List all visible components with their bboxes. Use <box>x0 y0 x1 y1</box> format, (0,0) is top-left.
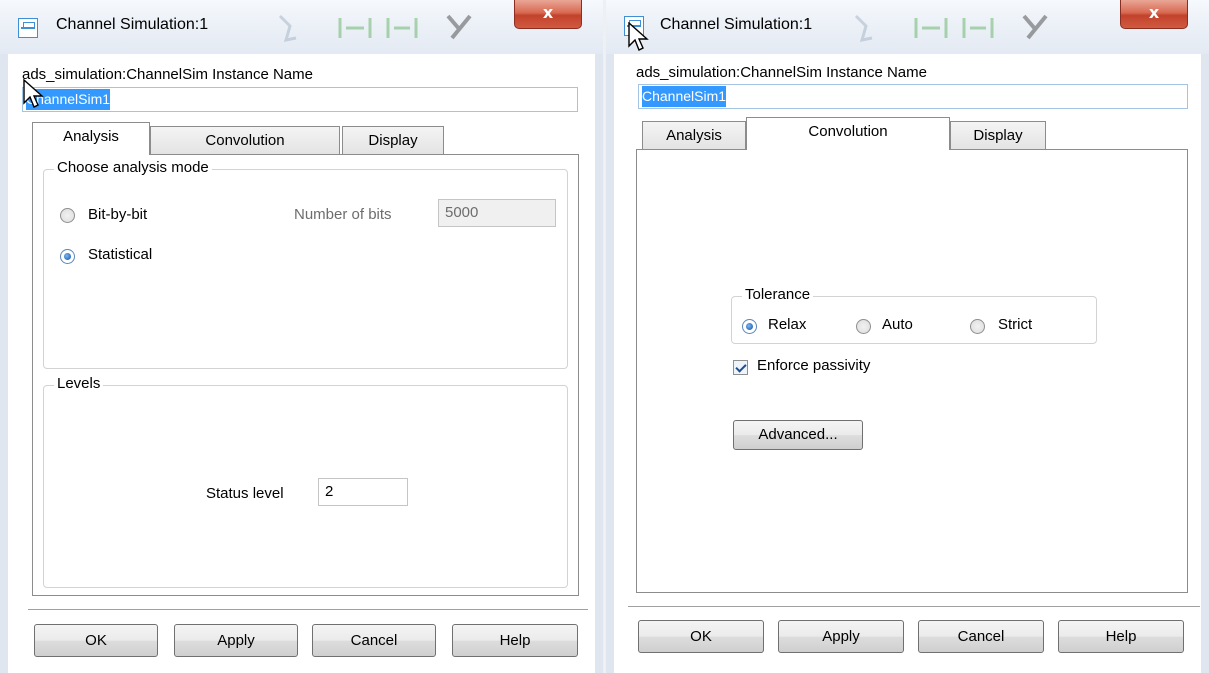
background-toolbar-decoration <box>854 14 1048 42</box>
analysis-mode-group: Choose analysis mode Bit-by-bit Number o… <box>43 159 568 369</box>
background-toolbar-decoration <box>278 14 472 42</box>
analysis-tab-panel: Choose analysis mode Bit-by-bit Number o… <box>32 154 579 596</box>
ok-button[interactable]: OK <box>638 620 764 653</box>
enforce-passivity-checkbox[interactable] <box>733 360 748 375</box>
divider <box>628 606 1200 608</box>
tab-display[interactable]: Display <box>342 126 444 155</box>
tolerance-legend: Tolerance <box>742 286 814 303</box>
convolution-tab-panel: Tolerance Relax Auto Strict Enforce pass… <box>636 149 1188 593</box>
channel-simulation-dialog-right: Channel Simulation:1 x ads_simulation:Ch… <box>606 0 1209 673</box>
number-of-bits-label: Number of bits <box>294 206 392 223</box>
cancel-button[interactable]: Cancel <box>918 620 1044 653</box>
instance-name-input[interactable]: ChannelSim1 <box>638 84 1188 109</box>
levels-legend: Levels <box>54 375 104 392</box>
ok-button[interactable]: OK <box>34 624 158 657</box>
radio-auto[interactable] <box>856 319 871 334</box>
apply-button[interactable]: Apply <box>778 620 904 653</box>
dialog-content: ads_simulation:ChannelSim Instance Name … <box>614 54 1201 673</box>
cancel-button[interactable]: Cancel <box>312 624 436 657</box>
number-of-bits-input[interactable]: 5000 <box>438 199 556 227</box>
divider <box>28 609 588 611</box>
instance-name-input[interactable]: ChannelSim1 <box>22 87 578 112</box>
levels-group: Levels Status level 2 <box>43 375 568 588</box>
frame-edge-left <box>606 54 614 673</box>
radio-strict[interactable] <box>970 319 985 334</box>
frame-edge-right <box>595 54 603 673</box>
tab-analysis[interactable]: Analysis <box>642 121 746 150</box>
bit-by-bit-label: Bit-by-bit <box>88 206 148 223</box>
frame-edge-left <box>0 54 8 673</box>
analysis-mode-legend: Choose analysis mode <box>54 159 212 176</box>
dialog-content: ads_simulation:ChannelSim Instance Name … <box>8 54 595 673</box>
auto-label: Auto <box>882 316 913 333</box>
strict-label: Strict <box>998 316 1033 333</box>
radio-relax[interactable] <box>742 319 757 334</box>
tolerance-group: Tolerance Relax Auto Strict <box>731 286 1097 344</box>
title-bar[interactable]: Channel Simulation:1 x <box>0 0 603 54</box>
instance-name-label: ads_simulation:ChannelSim Instance Name <box>636 64 927 81</box>
tab-convolution[interactable]: Convolution <box>746 117 950 150</box>
window-title: Channel Simulation:1 <box>56 16 209 33</box>
help-button[interactable]: Help <box>1058 620 1184 653</box>
statistical-label: Statistical <box>88 246 153 263</box>
window-icon <box>18 18 38 38</box>
frame-edge-right <box>1201 54 1209 673</box>
enforce-passivity-label: Enforce passivity <box>757 357 871 374</box>
tab-convolution[interactable]: Convolution <box>150 126 340 155</box>
status-level-input[interactable]: 2 <box>318 478 408 506</box>
close-button[interactable]: x <box>1120 0 1188 29</box>
channel-simulation-dialog-left: Channel Simulation:1 x ads_simulation:Ch… <box>0 0 603 673</box>
help-button[interactable]: Help <box>452 624 578 657</box>
title-bar[interactable]: Channel Simulation:1 x <box>606 0 1209 54</box>
instance-name-label: ads_simulation:ChannelSim Instance Name <box>22 66 313 83</box>
tab-analysis[interactable]: Analysis <box>32 122 150 155</box>
tab-display[interactable]: Display <box>950 121 1046 150</box>
advanced-button[interactable]: Advanced... <box>733 420 863 450</box>
radio-bit-by-bit[interactable] <box>60 208 75 223</box>
relax-label: Relax <box>768 316 807 333</box>
apply-button[interactable]: Apply <box>174 624 298 657</box>
radio-statistical[interactable] <box>60 249 75 264</box>
instance-name-value: ChannelSim1 <box>642 86 727 107</box>
close-button[interactable]: x <box>514 0 582 29</box>
window-title: Channel Simulation:1 <box>660 16 813 33</box>
status-level-label: Status level <box>206 485 284 502</box>
